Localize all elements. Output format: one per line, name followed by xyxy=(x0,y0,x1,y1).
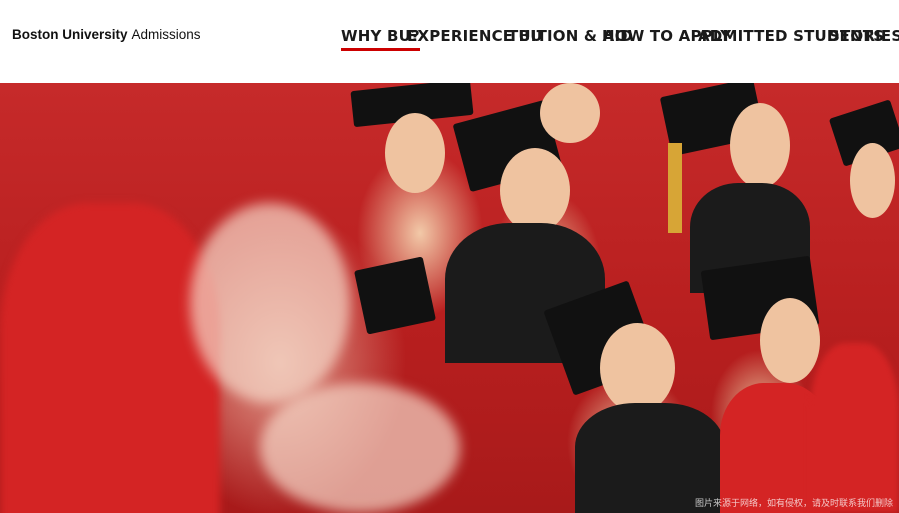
nav-item-experience-bu[interactable]: EXPERIENCE BU xyxy=(407,27,542,46)
nav-label-stories[interactable]: STORIES xyxy=(829,27,899,49)
graduate-face xyxy=(600,323,675,413)
brand-logo[interactable]: Boston University Admissions xyxy=(12,27,201,42)
hero-image: 图片来源于网络，如有侵权，请及时联系我们删除 xyxy=(0,83,899,513)
brand-subtitle: Admissions xyxy=(131,27,201,42)
blurred-hands-lower xyxy=(260,383,460,513)
nav-item-admitted-students[interactable]: ADMITTED STUDENTS xyxy=(698,27,884,46)
tassel xyxy=(668,143,682,233)
graduate-face xyxy=(540,83,600,143)
nav-item-tuition-aid[interactable]: TUITION & AID xyxy=(508,27,633,46)
blurred-graduate-right xyxy=(810,343,899,513)
graduation-cap xyxy=(354,256,436,335)
image-watermark: 图片来源于网络，如有侵权，请及时联系我们删除 xyxy=(694,498,893,508)
blurred-hands xyxy=(190,203,350,403)
site-header: Boston University Admissions WHY BU? EXPE… xyxy=(0,0,899,83)
graduate-face xyxy=(385,113,445,193)
nav-item-why-bu[interactable]: WHY BU? xyxy=(341,27,420,46)
blurred-graduate-foreground xyxy=(0,203,220,513)
graduate-face xyxy=(730,103,790,188)
graduate-face xyxy=(850,143,895,218)
graduate-face xyxy=(760,298,820,383)
main-nav: WHY BU? EXPERIENCE BU TUITION & AID HOW … xyxy=(341,27,899,46)
nav-item-how-to-apply[interactable]: HOW TO APPLY xyxy=(602,27,731,46)
graduate-face xyxy=(500,148,570,233)
nav-item-stories[interactable]: STORIES xyxy=(829,27,899,46)
brand-name: Boston University xyxy=(12,27,128,42)
